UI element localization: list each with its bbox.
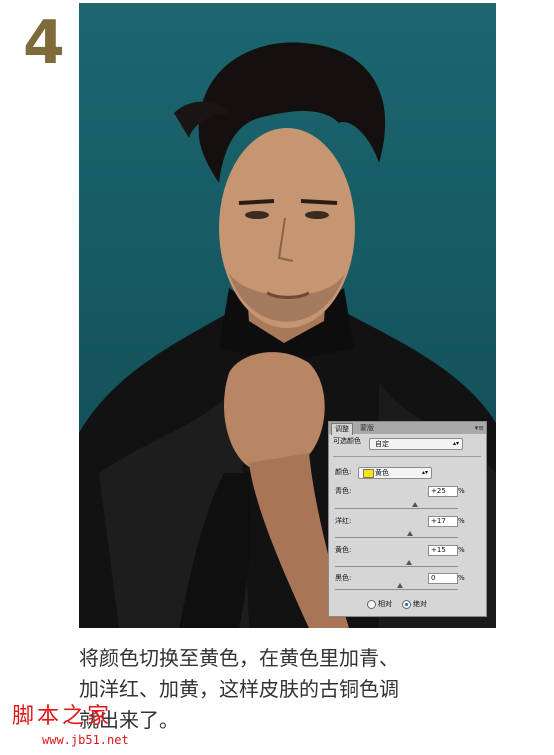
cyan-slider-track[interactable] [335,508,458,509]
dropdown-arrows-icon: ▴▾ [452,440,459,447]
caption-line: 将颜色切换至黄色，在黄色里加青、 [79,646,399,670]
relative-radio[interactable] [367,600,376,609]
magenta-input[interactable]: +17 [428,516,458,527]
absolute-label: 绝对 [413,600,427,608]
panel-menu-icon[interactable]: ▾≡ [475,423,484,433]
watermark-url: www.jb51.net [42,733,129,747]
colors-value: 黄色 [375,469,389,477]
tab-masks[interactable]: 蒙版 [357,423,377,434]
panel-tab-bar: 调整 蒙版 ▾≡ [329,422,486,435]
colors-label: 颜色: [335,468,352,476]
yellow-slider-thumb[interactable] [406,560,412,565]
black-slider-track[interactable] [335,589,458,590]
magenta-slider-track[interactable] [335,537,458,538]
caption-text: 将颜色切换至黄色，在黄色里加青、 加洋红、加黄，这样皮肤的古铜色调 就出来了。 [79,643,519,736]
magenta-label: 洋红: [335,517,352,525]
black-unit: % [458,574,465,582]
yellow-label: 黄色: [335,546,352,554]
cyan-input[interactable]: +25 [428,486,458,497]
black-slider-thumb[interactable] [397,583,403,588]
magenta-unit: % [458,517,465,525]
colors-dropdown[interactable]: 黄色 ▴▾ [358,467,432,479]
yellow-slider-track[interactable] [335,566,458,567]
divider [333,456,481,457]
adjustments-panel: 调整 蒙版 ▾≡ 可选颜色 自定 ▴▾ 颜色: 黄色 ▴▾ 青色: +25 % … [328,421,487,617]
dropdown-arrows-icon: ▴▾ [421,469,428,476]
preset-value: 自定 [375,440,389,448]
step-number: 4 [23,8,65,78]
magenta-slider-thumb[interactable] [407,531,413,536]
adjustment-type-label: 可选颜色 [333,437,361,445]
caption-line: 加洋红、加黄，这样皮肤的古铜色调 [79,677,399,701]
cyan-slider-thumb[interactable] [412,502,418,507]
relative-label: 相对 [378,600,392,608]
absolute-radio[interactable] [402,600,411,609]
watermark-logo: 脚本之家 [12,704,113,729]
step-badge: 4 [6,4,72,78]
cyan-unit: % [458,487,465,495]
yellow-swatch-icon [363,469,374,478]
cyan-label: 青色: [335,487,352,495]
yellow-input[interactable]: +15 [428,545,458,556]
tab-adjustments[interactable]: 调整 [331,423,353,435]
black-label: 黑色: [335,574,352,582]
caption-line: 就出来了。 [79,708,179,732]
preset-dropdown[interactable]: 自定 ▴▾ [369,438,463,450]
yellow-unit: % [458,546,465,554]
black-input[interactable]: 0 [428,573,458,584]
